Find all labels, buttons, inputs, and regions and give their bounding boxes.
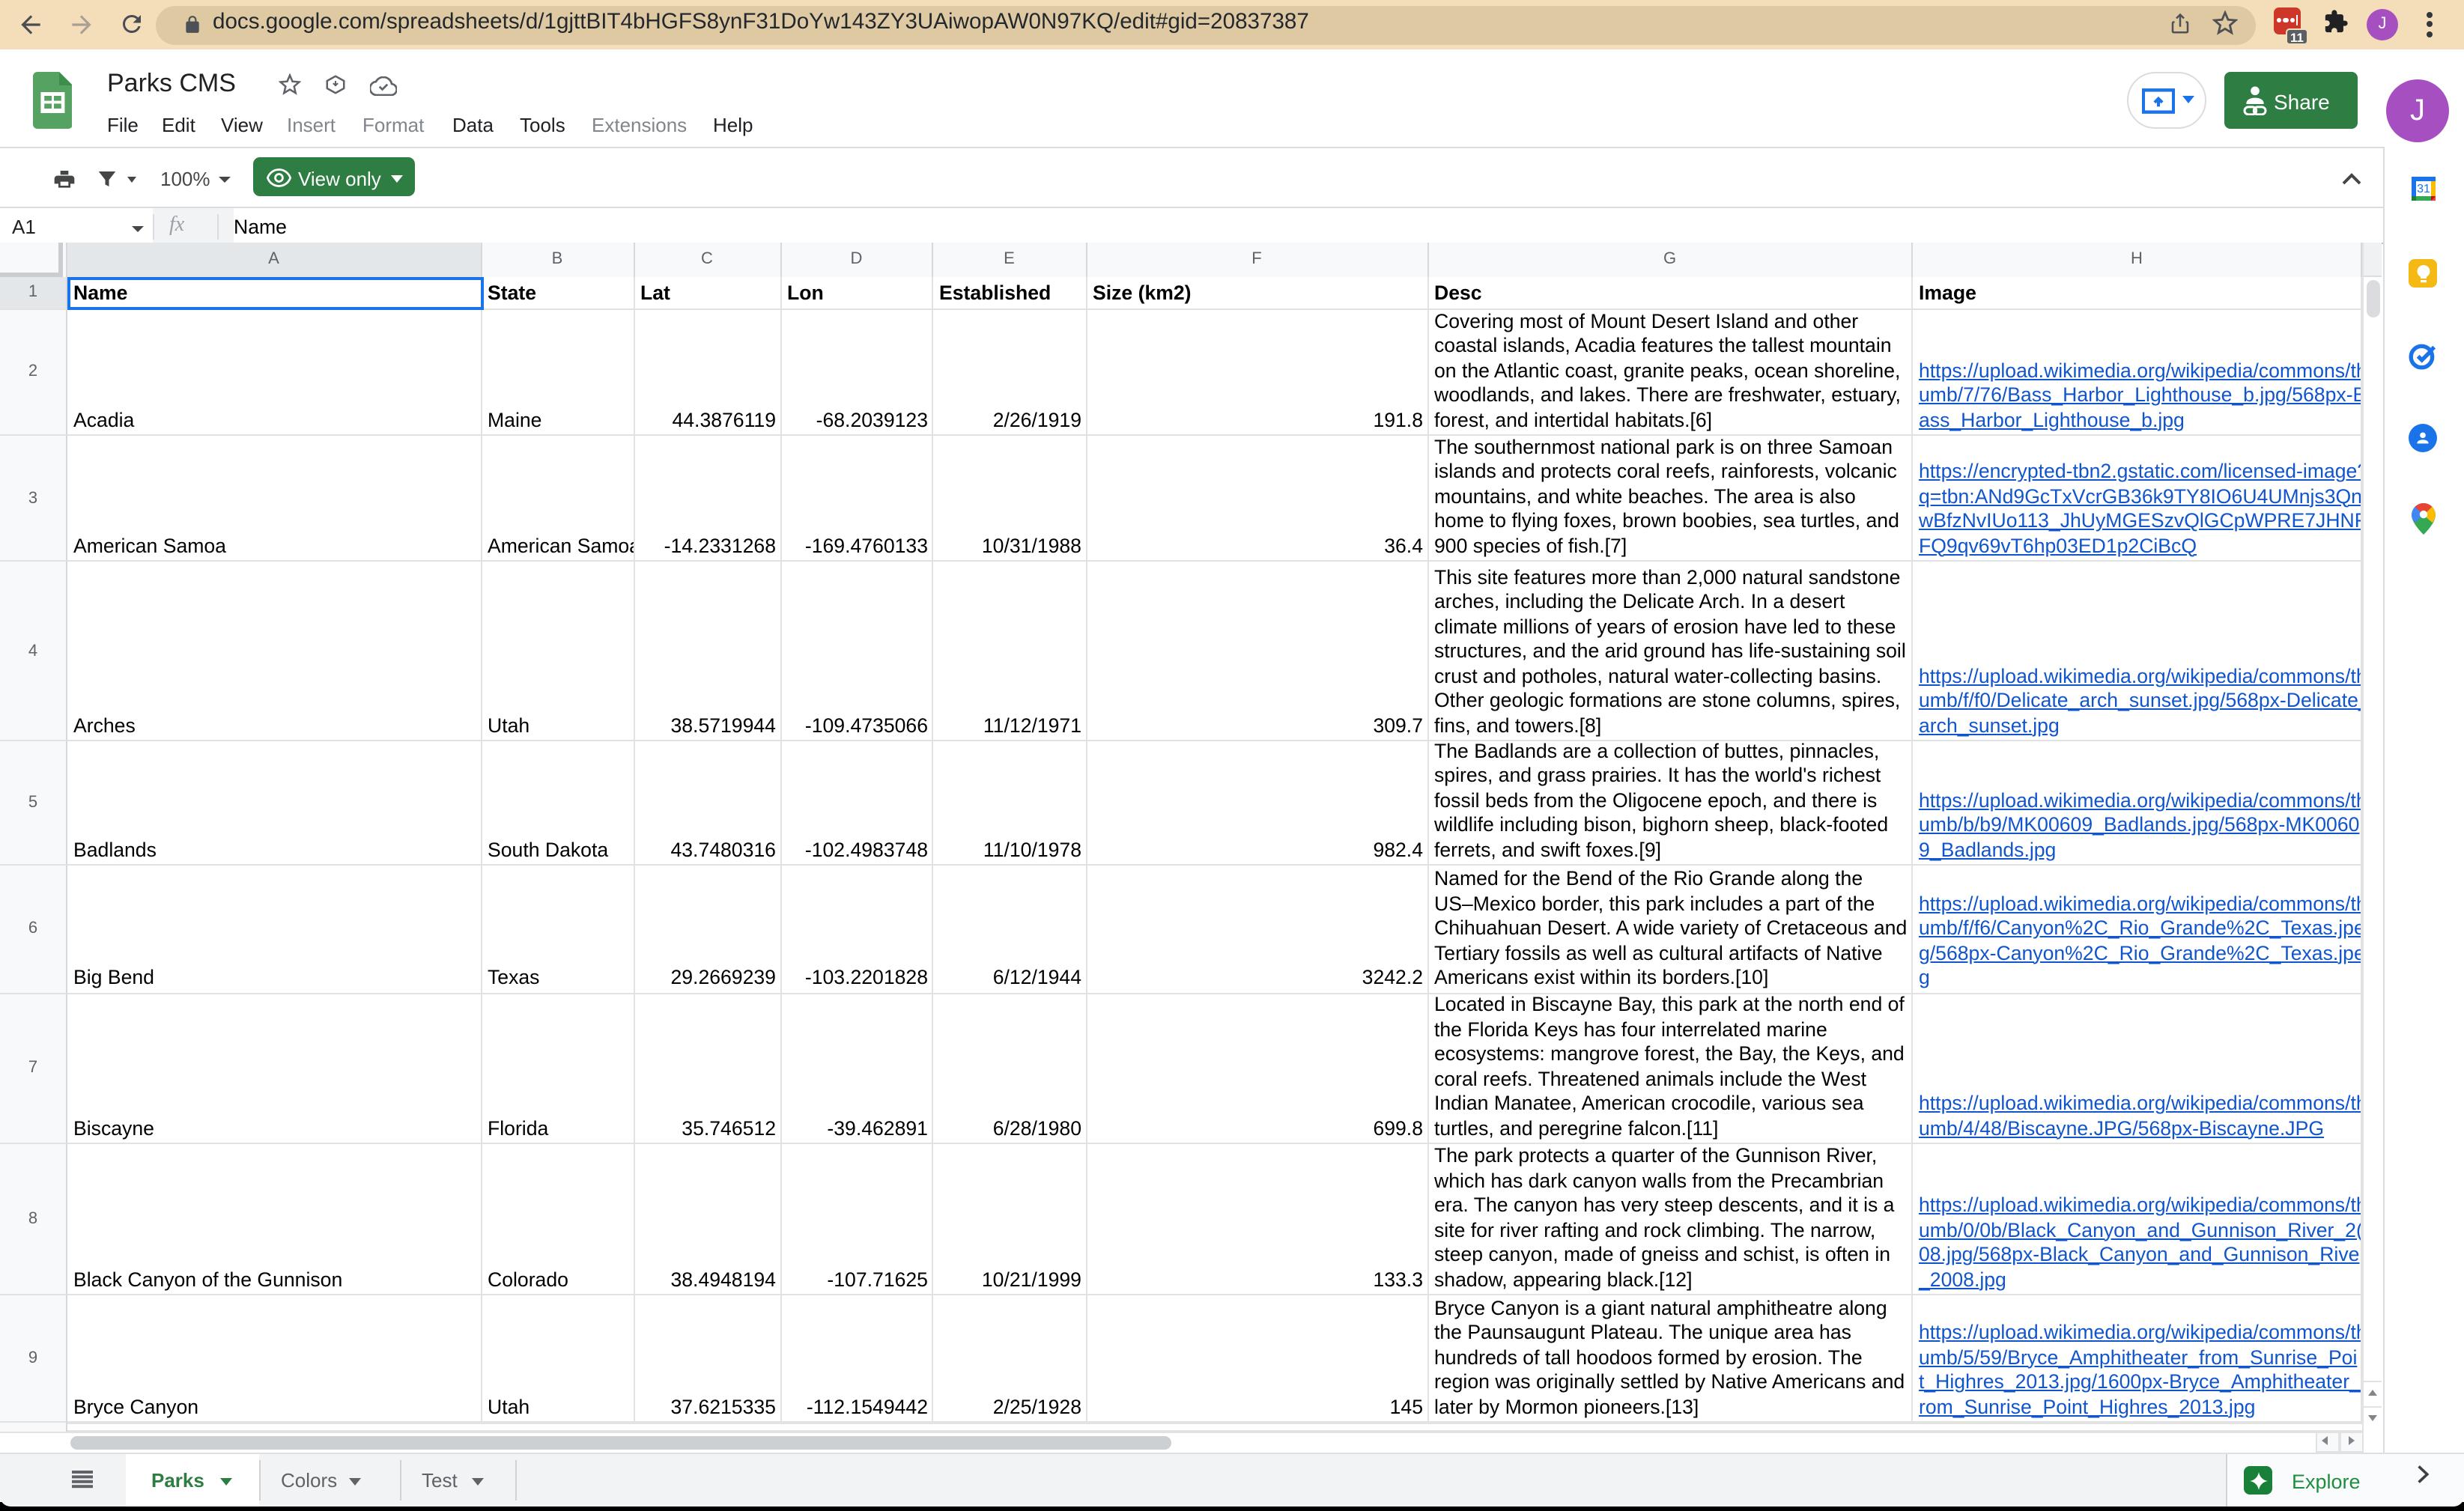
- svg-text:31: 31: [2417, 183, 2430, 195]
